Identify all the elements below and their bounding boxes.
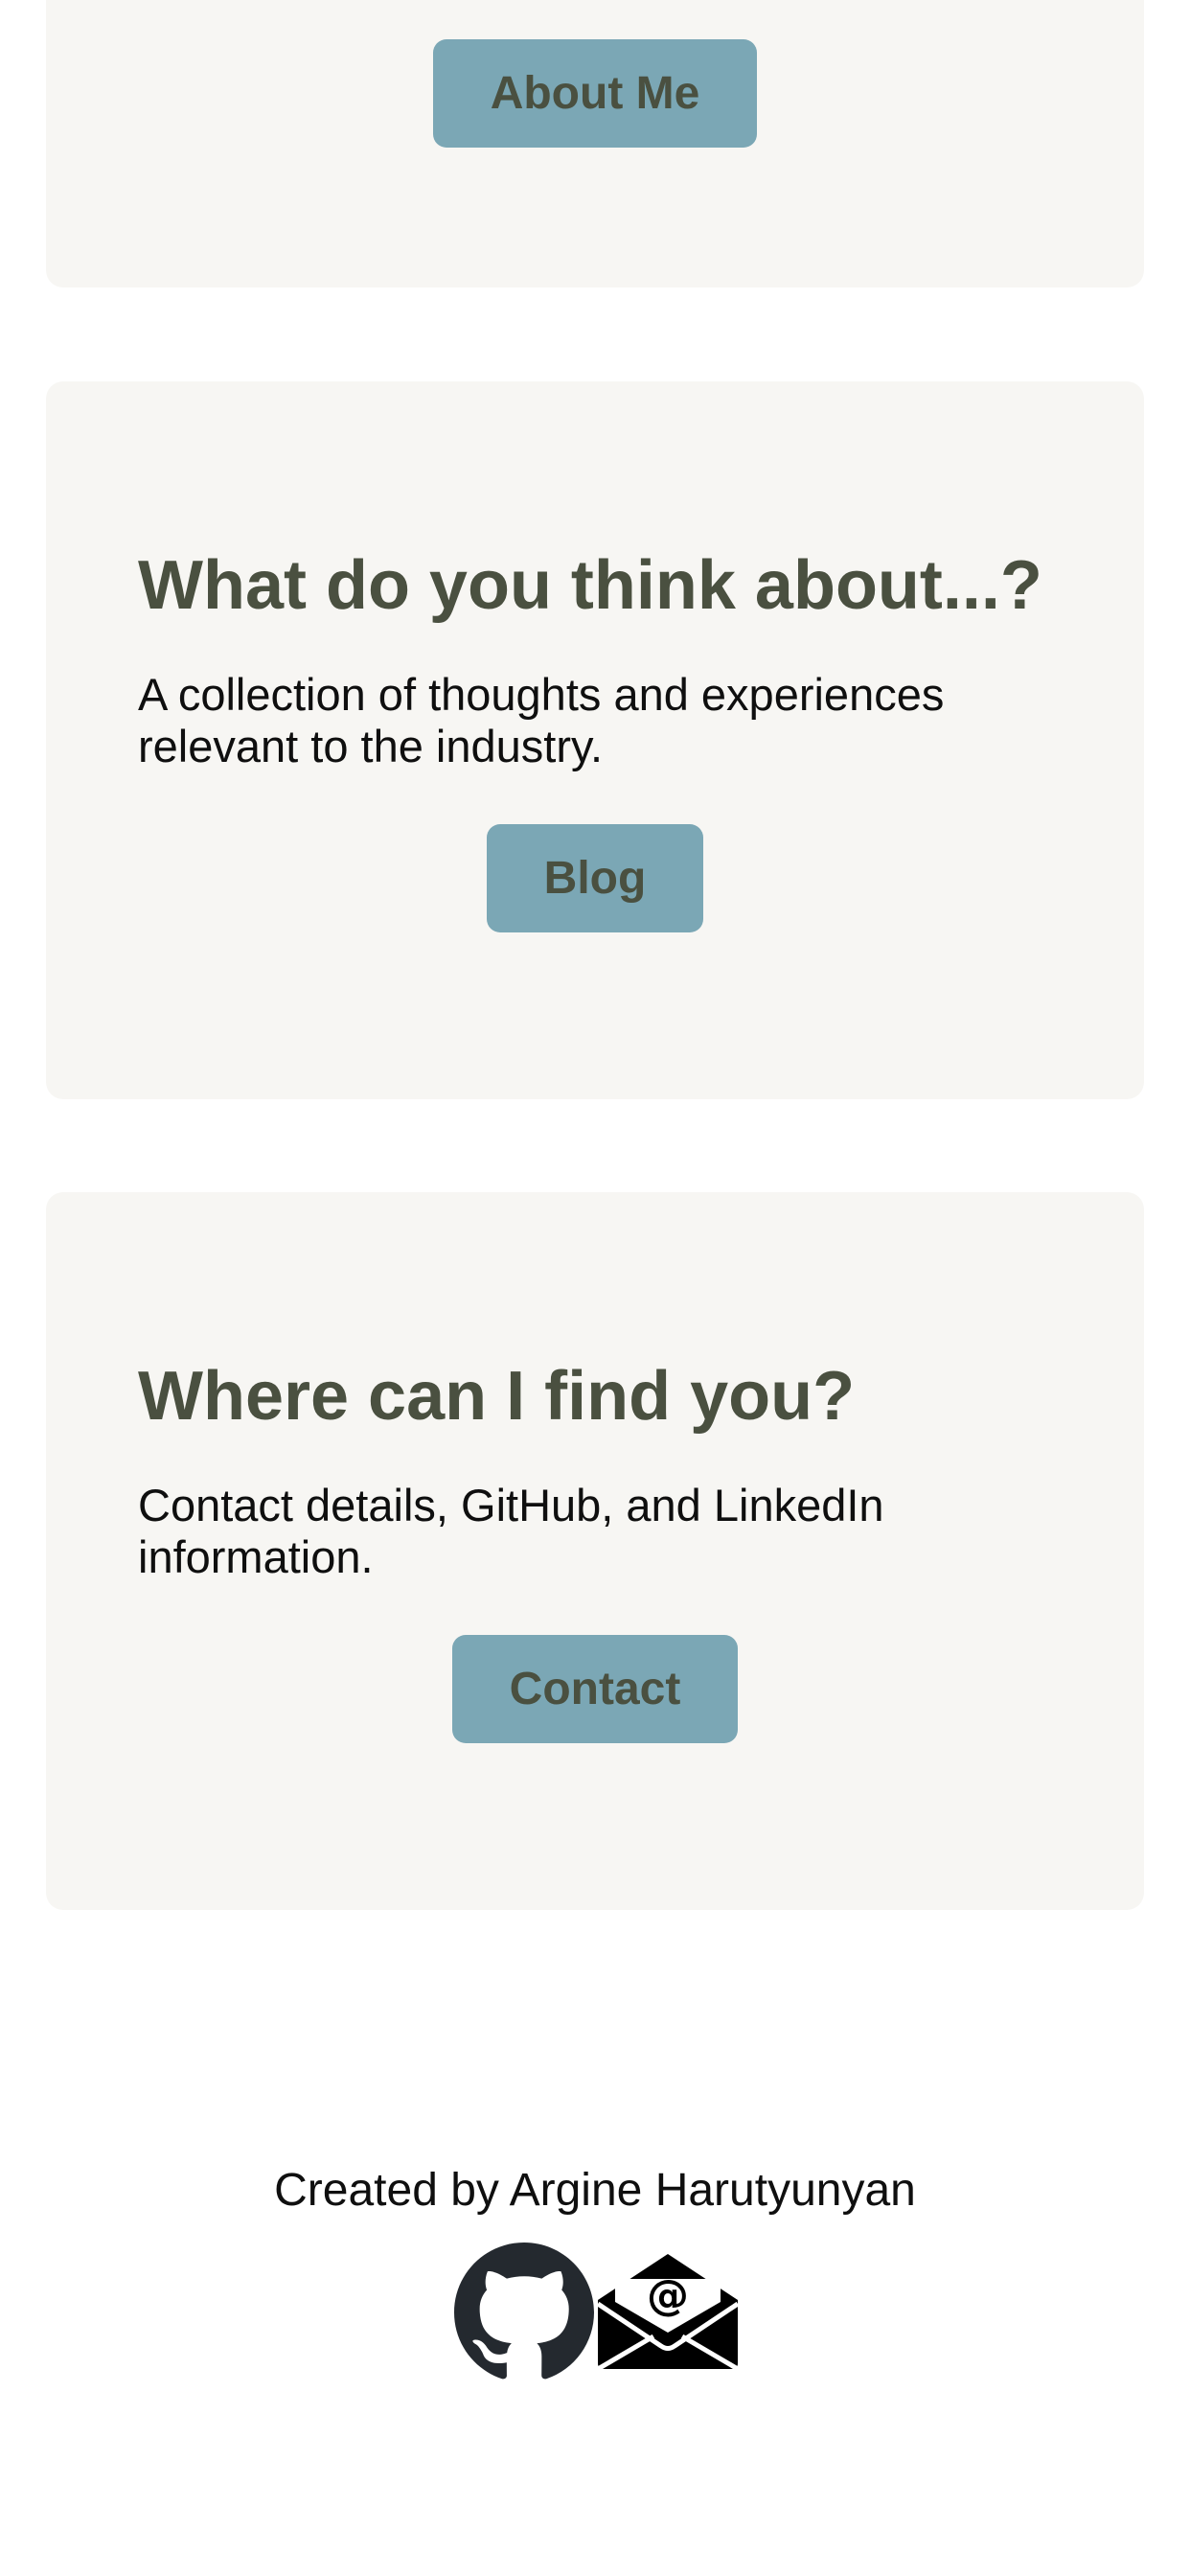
blog-card: What do you think about...? A collection… bbox=[46, 381, 1144, 1099]
blog-card-title: What do you think about...? bbox=[138, 547, 1042, 624]
about-me-button[interactable]: About Me bbox=[433, 39, 757, 148]
email-icon: @ bbox=[596, 2254, 740, 2372]
github-link[interactable] bbox=[454, 2242, 594, 2382]
github-icon bbox=[454, 2242, 594, 2380]
blog-button[interactable]: Blog bbox=[487, 824, 703, 932]
blog-card-description: A collection of thoughts and experiences… bbox=[138, 669, 945, 771]
contact-button[interactable]: Contact bbox=[452, 1635, 738, 1743]
footer-credit: Created by Argine Harutyunyan bbox=[274, 2165, 916, 2216]
svg-text:@: @ bbox=[647, 2271, 689, 2320]
about-card: About Me bbox=[46, 0, 1144, 288]
contact-card-description: Contact details, GitHub, and LinkedIn in… bbox=[138, 1480, 884, 1582]
contact-card: Where can I find you? Contact details, G… bbox=[46, 1192, 1144, 1910]
contact-card-title: Where can I find you? bbox=[138, 1358, 856, 1435]
email-link[interactable]: @ bbox=[594, 2250, 742, 2372]
